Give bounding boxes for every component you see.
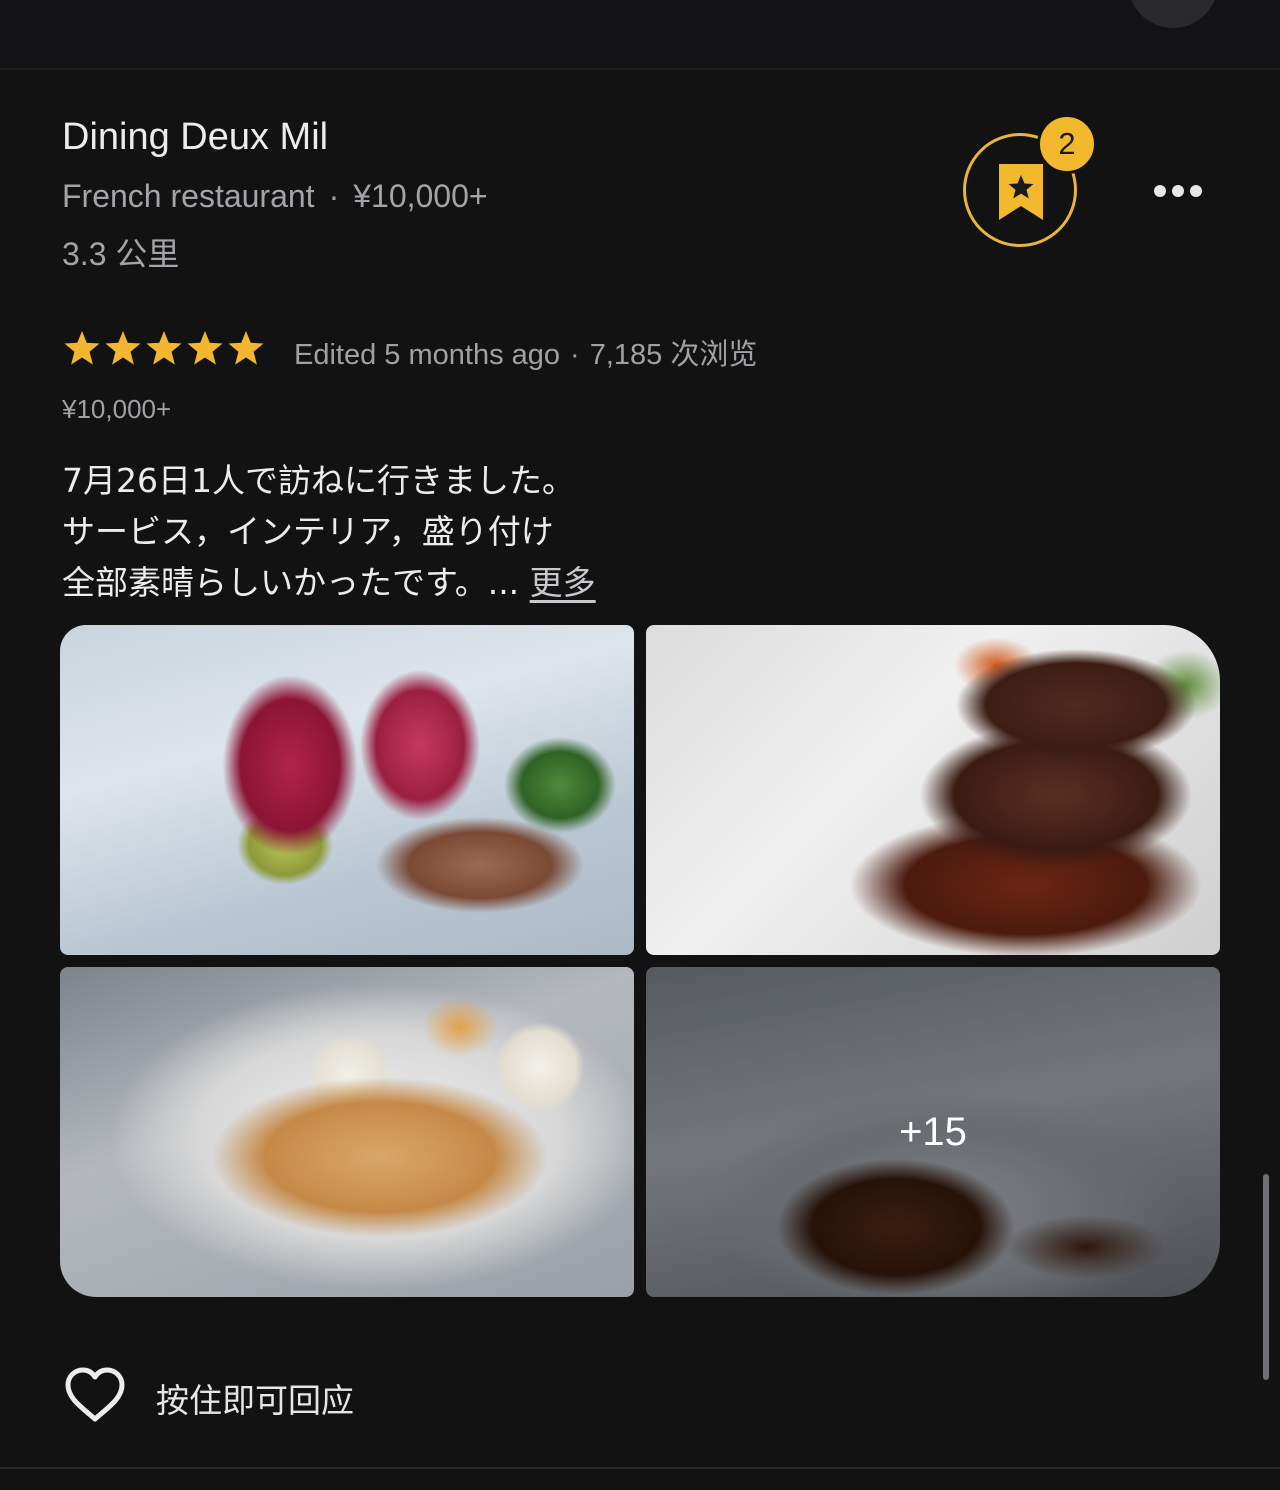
scrollbar[interactable]: [1263, 1174, 1269, 1380]
review-meta: Edited 5 months ago · 7,185 次浏览: [294, 331, 757, 373]
bookmark-star-icon: [999, 164, 1043, 220]
top-bar-button[interactable]: [1128, 0, 1218, 28]
edited-time: Edited 5 months ago: [294, 339, 561, 371]
react-hint[interactable]: 按住即可回应: [156, 1374, 354, 1422]
place-name[interactable]: Dining Deux Mil: [62, 116, 328, 159]
heart-outline-icon[interactable]: [64, 1366, 126, 1424]
saved-count-badge: 2: [1037, 114, 1097, 174]
more-dot: [1172, 185, 1184, 197]
read-more-link[interactable]: 更多: [530, 563, 596, 602]
review-text-line: 7月26日1人で訪ねに行きました。: [62, 461, 575, 500]
review-photo[interactable]: [60, 967, 634, 1297]
review-meta-separator: ·: [570, 339, 580, 371]
review-screen: Dining Deux Mil French restaurant · ¥10,00…: [0, 0, 1280, 1490]
star-icon: [64, 330, 100, 365]
place-price-range: ¥10,000+: [353, 178, 488, 214]
star-icon: [228, 330, 264, 365]
review-photo[interactable]: [646, 625, 1220, 955]
star-icon: [105, 330, 141, 365]
review-text: 7月26日1人で訪ねに行きました。 サービス，インテリア，盛り付け 全部素晴らし…: [62, 455, 596, 608]
review-price: ¥10,000+: [62, 394, 172, 424]
meta-separator: ·: [328, 178, 340, 214]
more-dot: [1154, 185, 1166, 197]
star-icon: [187, 330, 223, 365]
review-text-line: 全部素晴らしいかったです。... 更多: [62, 557, 596, 608]
place-distance: 3.3 公里: [62, 236, 180, 272]
divider: [0, 1467, 1280, 1469]
place-category: French restaurant: [62, 178, 315, 214]
top-bar: [0, 0, 1280, 70]
review-text-line: サービス，インテリア，盛り付け: [62, 512, 554, 551]
review-photo[interactable]: [60, 625, 634, 955]
more-dot: [1190, 185, 1202, 197]
review-text-line-3: 全部素晴らしいかったです。...: [62, 563, 530, 602]
view-count: 7,185 次浏览: [589, 339, 758, 371]
review-photo-more[interactable]: +15: [646, 967, 1220, 1297]
extra-photo-count: +15: [899, 1110, 967, 1154]
more-options-button[interactable]: [1148, 172, 1208, 210]
star-rating: [62, 330, 267, 366]
place-meta: French restaurant · ¥10,000+: [62, 178, 488, 215]
star-icon: [146, 330, 182, 365]
